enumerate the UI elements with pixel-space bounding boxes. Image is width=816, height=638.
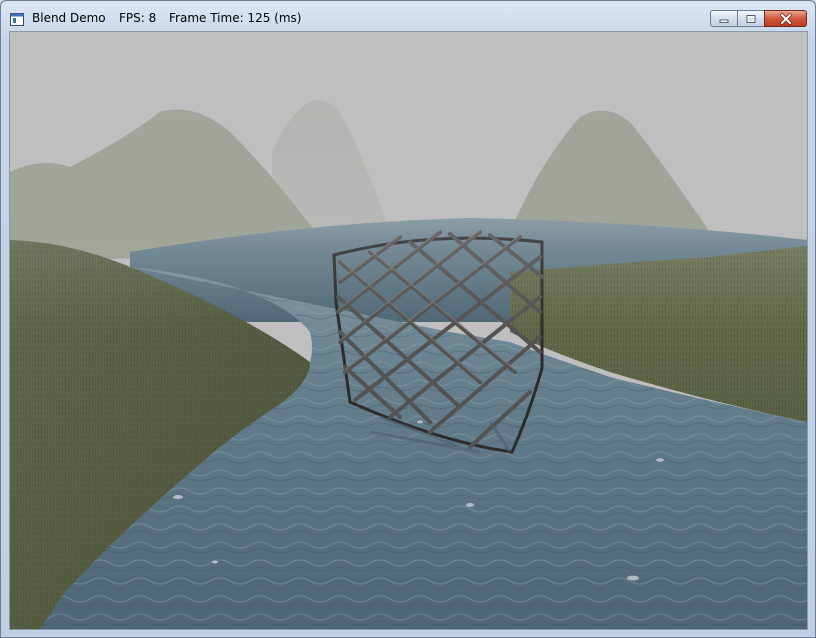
frame-time-readout: Frame Time: 125 (ms): [169, 11, 302, 25]
minimize-icon: [719, 19, 729, 23]
close-button[interactable]: [764, 10, 807, 27]
maximize-button[interactable]: [737, 10, 764, 27]
window-title: Blend Demo: [32, 11, 106, 25]
application-window: Blend Demo FPS: 8 Frame Time: 125 (ms): [0, 0, 816, 638]
close-icon: [779, 12, 792, 25]
app-icon[interactable]: [10, 11, 24, 26]
fps-readout: FPS: 8: [119, 11, 157, 25]
render-viewport[interactable]: [9, 31, 808, 630]
maximize-icon: [746, 14, 756, 23]
window-controls: [710, 10, 807, 28]
title-bar[interactable]: Blend Demo FPS: 8 Frame Time: 125 (ms): [1, 1, 815, 31]
minimize-button[interactable]: [710, 10, 737, 27]
